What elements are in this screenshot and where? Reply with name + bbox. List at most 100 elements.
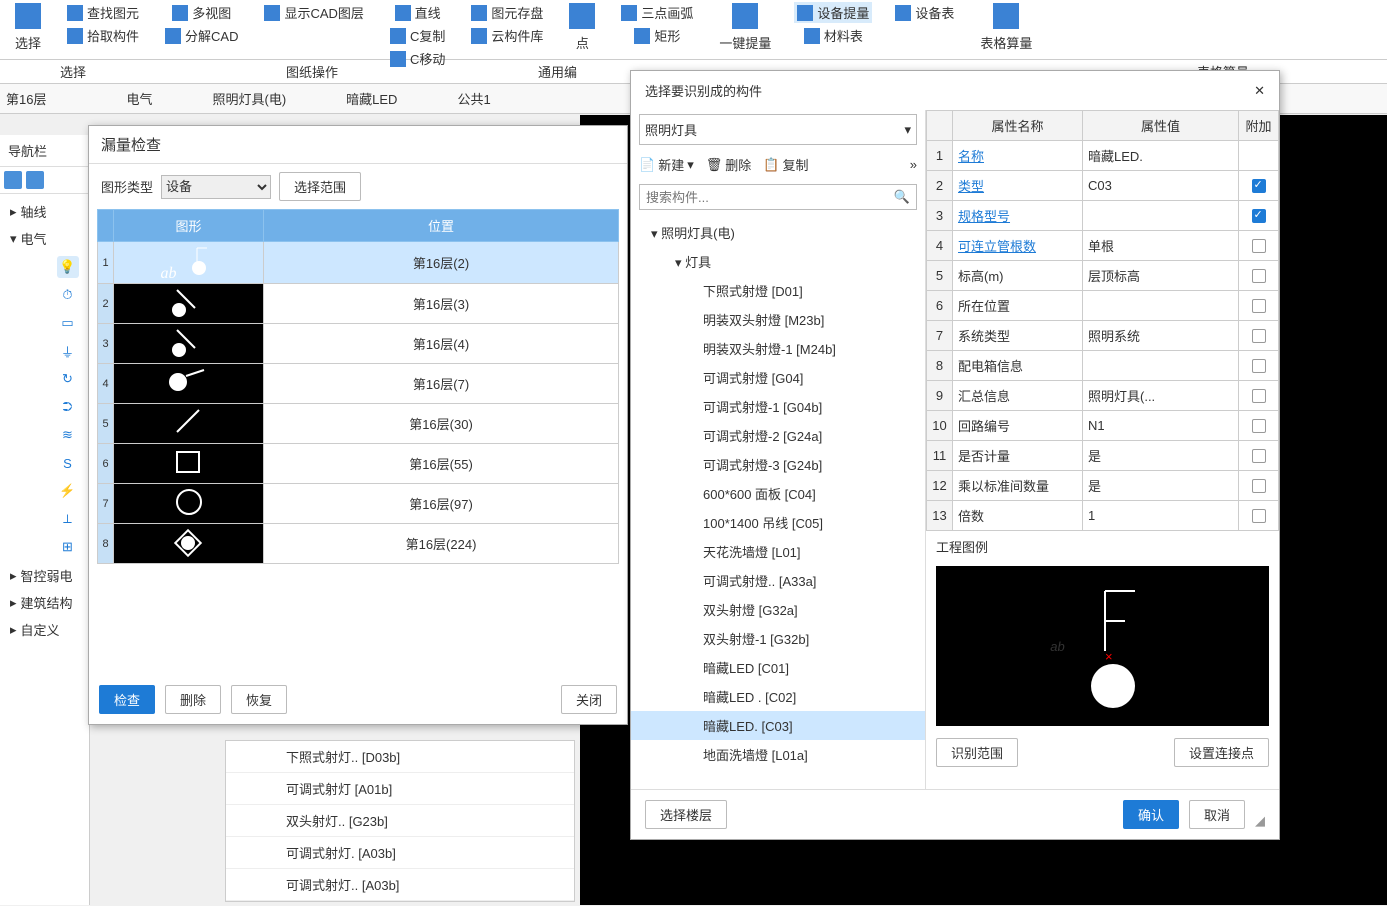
table-row[interactable]: 4 第16层(7) — [98, 364, 619, 404]
copy-button[interactable]: 📋 复制 — [763, 155, 808, 174]
rectangle-tool[interactable]: 矩形 — [631, 25, 683, 46]
search-icon[interactable]: 🔍 — [894, 189, 910, 205]
nav-building[interactable]: ▸ 建筑结构 — [0, 589, 89, 616]
socket-icon[interactable]: ⮊ — [57, 396, 79, 418]
checkbox[interactable] — [1252, 209, 1266, 223]
select-range-button[interactable]: 选择范围 — [279, 172, 361, 201]
ok-button[interactable]: 确认 — [1123, 800, 1179, 829]
tree-item[interactable]: 双头射燈 [G32a] — [631, 595, 925, 624]
show-cad-layer[interactable]: 显示CAD图层 — [261, 2, 366, 23]
prop-value[interactable] — [1083, 351, 1239, 381]
nav-axis[interactable]: ▸ 轴线 — [0, 198, 89, 225]
close-button[interactable]: 关闭 — [561, 685, 617, 714]
category-elec[interactable]: 电气 — [126, 89, 152, 108]
prop-value[interactable] — [1083, 291, 1239, 321]
wave-icon[interactable]: ≋ — [57, 424, 79, 446]
tree-item[interactable]: 可调式射燈-3 [G24b] — [631, 450, 925, 479]
tree-item[interactable]: 可调式射燈-2 [G24a] — [631, 421, 925, 450]
category-public[interactable]: 公共1 — [457, 89, 490, 108]
table-row[interactable]: 3 第16层(4) — [98, 324, 619, 364]
nav-smart-weak[interactable]: ▸ 智控弱电 — [0, 562, 89, 589]
device-table[interactable]: 设备表 — [892, 2, 957, 23]
property-row[interactable]: 4 可连立管根数 单根 — [927, 231, 1279, 261]
tree-item[interactable]: 暗藏LED [C01] — [631, 653, 925, 682]
clock-icon[interactable]: ⏱ — [57, 284, 79, 306]
property-row[interactable]: 12 乘以标准间数量 是 — [927, 471, 1279, 501]
tree-item[interactable]: 100*1400 吊线 [C05] — [631, 508, 925, 537]
prop-value[interactable]: 1 — [1083, 501, 1239, 531]
category-lighting[interactable]: 照明灯具(电) — [212, 89, 286, 108]
find-element[interactable]: 查找图元 — [64, 2, 142, 23]
list-item[interactable]: 可调式射灯 [A01b] — [226, 773, 574, 805]
component-type-select[interactable]: 照明灯具▾ — [639, 114, 917, 145]
search-input[interactable] — [646, 190, 894, 205]
tree-item[interactable]: 暗藏LED . [C02] — [631, 682, 925, 711]
property-row[interactable]: 11 是否计量 是 — [927, 441, 1279, 471]
close-icon[interactable]: ✕ — [1254, 83, 1265, 99]
list-item[interactable]: 可调式射灯.. [A03b] — [226, 869, 574, 901]
plug-icon[interactable]: ⏚ — [57, 340, 79, 362]
tree-item[interactable]: 地面洗墙燈 [L01a] — [631, 740, 925, 769]
shape-type-select[interactable]: 设备 — [161, 175, 271, 199]
grid-icon[interactable]: ⊞ — [57, 536, 79, 558]
table-row[interactable]: 2 第16层(3) — [98, 284, 619, 324]
rotate-icon[interactable]: ↻ — [57, 368, 79, 390]
checkbox[interactable] — [1252, 449, 1266, 463]
prop-value[interactable]: 是 — [1083, 471, 1239, 501]
property-row[interactable]: 8 配电箱信息 — [927, 351, 1279, 381]
checkbox[interactable] — [1252, 299, 1266, 313]
checkbox[interactable] — [1252, 239, 1266, 253]
recognize-range-button[interactable]: 识别范围 — [936, 738, 1018, 767]
checkbox[interactable] — [1252, 509, 1266, 523]
tree-item[interactable]: 可调式射燈.. [A33a] — [631, 566, 925, 595]
list-item[interactable]: 可调式射灯. [A03b] — [226, 837, 574, 869]
property-row[interactable]: 7 系统类型 照明系统 — [927, 321, 1279, 351]
tree-item[interactable]: 可调式射燈 [G04] — [631, 363, 925, 392]
prop-value[interactable]: C03 — [1083, 171, 1239, 201]
table-qty[interactable]: 表格算量 — [977, 2, 1035, 53]
c-copy[interactable]: C复制 — [387, 25, 448, 46]
tree-item[interactable]: 下照式射燈 [D01] — [631, 276, 925, 305]
delete-button[interactable]: 🗑 删除 — [706, 155, 752, 174]
select-floor-button[interactable]: 选择楼层 — [645, 800, 727, 829]
list-item[interactable]: 下照式射灯.. [D03b] — [226, 741, 574, 773]
multiview[interactable]: 多视图 — [169, 2, 234, 23]
remove-icon[interactable] — [26, 171, 44, 189]
tree-root[interactable]: ▾ 照明灯具(电) — [631, 218, 925, 247]
element-storage[interactable]: 图元存盘 — [468, 2, 546, 23]
decompose-cad[interactable]: 分解CAD — [162, 25, 241, 46]
checkbox[interactable] — [1252, 479, 1266, 493]
floor-select[interactable]: 第16层 — [6, 89, 46, 108]
checkbox[interactable] — [1252, 389, 1266, 403]
check-button[interactable]: 检查 — [99, 685, 155, 714]
material-table[interactable]: 材料表 — [801, 25, 866, 46]
one-key-qty[interactable]: 一键提量 — [716, 2, 774, 53]
resize-grip-icon[interactable]: ◢ — [1255, 813, 1265, 829]
prop-value[interactable]: 暗藏LED. — [1083, 141, 1239, 171]
checkbox[interactable] — [1252, 269, 1266, 283]
checkbox[interactable] — [1252, 179, 1266, 193]
select-tool[interactable]: 选择 — [12, 2, 44, 53]
table-row[interactable]: 1 ab 第16层(2) — [98, 242, 619, 284]
table-row[interactable]: 5 第16层(30) — [98, 404, 619, 444]
tree-item[interactable]: 双头射燈-1 [G32b] — [631, 624, 925, 653]
tree-sub[interactable]: ▾ 灯具 — [631, 247, 925, 276]
device-qty[interactable]: 设备提量 — [794, 2, 872, 23]
more-icon[interactable]: » — [910, 157, 917, 172]
table-row[interactable]: 6 第16层(55) — [98, 444, 619, 484]
point-tool[interactable]: 点 — [566, 2, 598, 53]
prop-value[interactable]: 是 — [1083, 441, 1239, 471]
property-row[interactable]: 3 规格型号 — [927, 201, 1279, 231]
property-row[interactable]: 5 标高(m) 层顶标高 — [927, 261, 1279, 291]
prop-value[interactable]: 单根 — [1083, 231, 1239, 261]
new-button[interactable]: 📄 新建 ▾ — [639, 155, 694, 174]
list-item[interactable]: 双头射灯.. [G23b] — [226, 805, 574, 837]
box-icon[interactable]: ▭ — [57, 312, 79, 334]
prop-value[interactable] — [1083, 201, 1239, 231]
property-row[interactable]: 9 汇总信息 照明灯具(... — [927, 381, 1279, 411]
checkbox[interactable] — [1252, 419, 1266, 433]
pick-component[interactable]: 拾取构件 — [64, 25, 142, 46]
prop-value[interactable]: 照明灯具(... — [1083, 381, 1239, 411]
property-row[interactable]: 2 类型 C03 — [927, 171, 1279, 201]
tree-item[interactable]: 明装双头射燈 [M23b] — [631, 305, 925, 334]
